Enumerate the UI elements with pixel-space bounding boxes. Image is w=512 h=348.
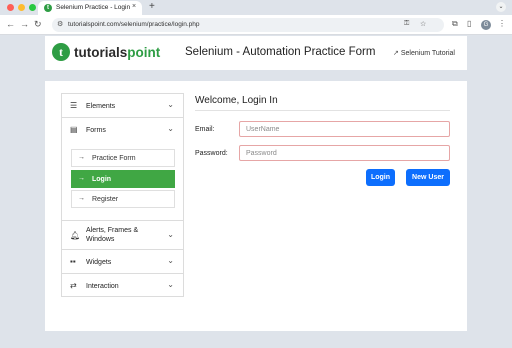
reload-icon[interactable]: ↻	[34, 19, 42, 30]
form-card-icon: ▤	[70, 125, 78, 134]
subitem-label: Login	[92, 176, 112, 183]
sidebar-accordion: ☰ Elements ⌄ ▤ Forms ⌄ → Practice Form →…	[61, 93, 184, 297]
sidebar-item-label: Forms	[86, 127, 106, 134]
tab-close-icon[interactable]: ×	[132, 3, 136, 10]
sidebar-item-elements[interactable]: ☰ Elements ⌄	[62, 94, 183, 118]
chevron-down-icon: ⌄	[167, 256, 174, 265]
browser-tab-bar: t Selenium Practice - Login × + ⌄	[0, 0, 512, 15]
sidebar-item-widgets[interactable]: ▪▪ Widgets ⌄	[62, 250, 183, 274]
arrow-right-icon: →	[78, 175, 85, 182]
extensions-puzzle-icon[interactable]: ⧉	[452, 19, 458, 29]
sidebar-item-forms[interactable]: ▤ Forms ⌄	[62, 118, 183, 142]
site-header: t tutorialspoint Selenium - Automation P…	[45, 36, 467, 70]
site-info-icon[interactable]: ⚙	[57, 20, 63, 28]
external-link-icon: ↗	[393, 50, 399, 57]
grid-icon: ▪▪	[70, 257, 76, 266]
browser-toolbar: ← → ↻ ⚙ tutorialspoint.com/selenium/prac…	[0, 15, 512, 35]
arrow-right-icon: →	[78, 195, 85, 202]
chevron-down-icon: ⌄	[167, 280, 174, 289]
subitem-label: Practice Form	[92, 155, 136, 162]
url-text[interactable]: tutorialspoint.com/selenium/practice/log…	[68, 21, 200, 28]
address-bar[interactable]: ⚙ tutorialspoint.com/selenium/practice/l…	[52, 18, 444, 32]
sidebar-item-label: Elements	[86, 103, 116, 110]
main-content: ☰ Elements ⌄ ▤ Forms ⌄ → Practice Form →…	[45, 81, 467, 331]
hamburger-icon: ☰	[70, 101, 78, 110]
back-arrow-icon[interactable]: ←	[6, 19, 15, 29]
browser-menu-icon[interactable]: ⋮	[498, 19, 506, 28]
sidebar-subitem-login[interactable]: → Login	[71, 170, 175, 188]
new-tab-button[interactable]: +	[149, 1, 155, 12]
password-key-icon[interactable]: ⚿	[404, 20, 409, 28]
selenium-tutorial-link[interactable]: ↗ Selenium Tutorial	[393, 49, 455, 57]
password-label: Password:	[195, 150, 228, 157]
login-button[interactable]: Login	[366, 169, 395, 186]
email-placeholder: UserName	[246, 126, 280, 133]
side-panel-icon[interactable]: ▯	[467, 19, 471, 28]
sidebar-item-alerts[interactable]: 🔔︎ Alerts, Frames & Windows ⌄	[62, 220, 183, 250]
profile-avatar[interactable]: G	[481, 20, 491, 30]
sidebar-item-label: Widgets	[86, 259, 112, 266]
bookmark-star-icon[interactable]: ☆	[420, 20, 426, 28]
window-zoom-button[interactable]	[29, 4, 36, 11]
browser-tab[interactable]: t Selenium Practice - Login ×	[38, 1, 142, 15]
password-field[interactable]: Password	[239, 145, 450, 161]
tab-favicon-icon: t	[44, 4, 52, 12]
sidebar-subitem-register[interactable]: → Register	[71, 190, 175, 208]
sidebar-item-label: Alerts, Frames & Windows	[86, 227, 139, 243]
bell-icon: 🔔︎	[70, 231, 81, 240]
arrow-right-icon: →	[78, 154, 85, 161]
sidebar-subitem-practice-form[interactable]: → Practice Form	[71, 149, 175, 167]
logo-text: tutorialspoint	[74, 45, 161, 60]
new-user-button[interactable]: New User	[406, 169, 450, 186]
logo-mark-icon: t	[52, 43, 70, 61]
sidebar-item-label: Interaction	[86, 283, 119, 290]
chevron-down-icon: ⌄	[167, 100, 174, 109]
forward-arrow-icon[interactable]: →	[20, 19, 29, 29]
swap-arrows-icon: ⇄	[70, 281, 77, 290]
email-label: Email:	[195, 126, 215, 133]
chevron-down-icon: ⌄	[167, 230, 174, 239]
page-title: Selenium - Automation Practice Form	[185, 46, 376, 58]
heading-divider	[195, 110, 450, 111]
window-minimize-button[interactable]	[18, 4, 25, 11]
tab-title: Selenium Practice - Login	[56, 4, 131, 11]
sidebar-item-interaction[interactable]: ⇄ Interaction ⌄	[62, 274, 183, 297]
password-placeholder: Password	[246, 150, 277, 157]
window-close-button[interactable]	[7, 4, 14, 11]
tab-search-chevron-icon[interactable]: ⌄	[496, 2, 506, 12]
chevron-down-icon: ⌄	[167, 124, 174, 133]
email-field[interactable]: UserName	[239, 121, 450, 137]
form-heading: Welcome, Login In	[195, 95, 278, 106]
subitem-label: Register	[92, 196, 119, 203]
